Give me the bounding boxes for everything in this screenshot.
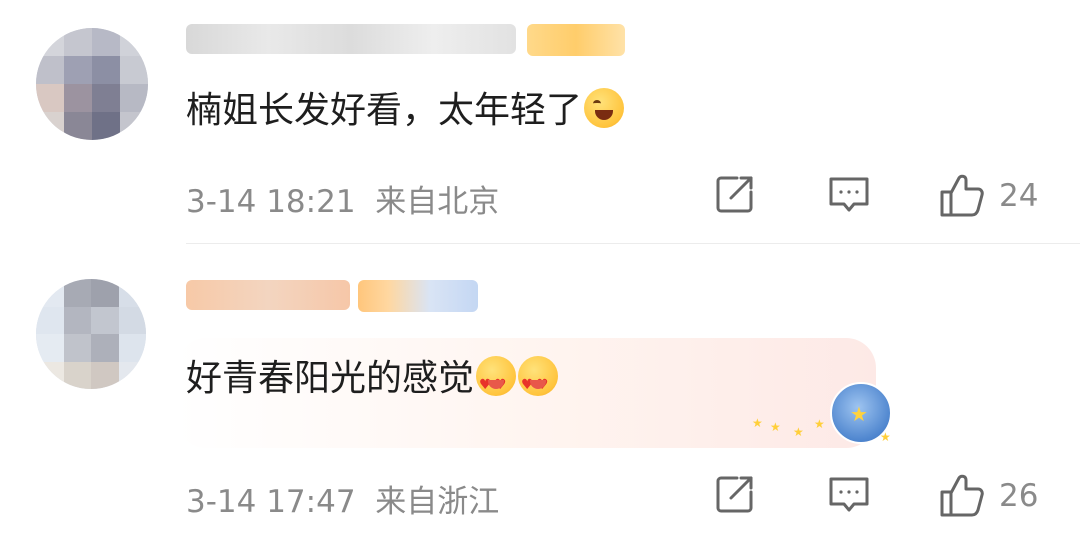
comment-icon [829,177,869,212]
comment-time: 3-14 17:47 [186,484,356,520]
heart-eyes-emoji-icon [518,356,559,407]
thumbs-up-icon [940,174,984,217]
comment-time: 3-14 18:21 [186,184,356,220]
username-blurred[interactable] [186,280,350,310]
comment-location: 来自浙江 [375,484,500,520]
comment-item: 楠姐长发好看，太年轻了 3-14 18:21 来自北京 24 [0,0,1080,243]
thumbs-up-icon [940,474,984,517]
star-icon: ★ [752,416,763,430]
like-count: 26 [999,478,1039,514]
reply-button[interactable] [826,172,872,218]
avatar-mosaic [36,28,148,140]
star-icon: ★ [880,430,891,444]
share-button[interactable] [713,472,757,516]
like-count: 24 [999,178,1039,214]
laughing-emoji-icon [584,88,625,128]
comment-location: 来自北京 [375,184,500,220]
comment-icon [829,477,869,512]
star-icon: ★ [793,425,804,439]
comment-meta: 3-14 18:21 来自北京 [186,176,499,221]
share-icon [716,476,753,513]
like-button[interactable]: 24 [937,172,1038,220]
user-badge-blurred [527,24,625,56]
comment-item: 好青春阳光的感觉 ★ ★ ★ ★ ★ 3-14 17:47 来自浙江 26 [0,244,1080,543]
comment-meta: 3-14 17:47 来自浙江 [186,476,499,521]
like-button[interactable]: 26 [937,472,1038,520]
share-icon [716,176,753,213]
avatar[interactable] [36,28,148,140]
star-icon: ★ [814,417,825,431]
user-badge-blurred [358,280,478,312]
share-button[interactable] [713,172,757,216]
comment-text: 好青春阳光的感觉 [186,356,559,407]
comment-text: 楠姐长发好看，太年轻了 [186,88,625,133]
avatar-mosaic [36,279,146,389]
reply-button[interactable] [826,472,872,518]
avatar[interactable] [36,279,146,389]
username-blurred[interactable] [186,24,516,54]
heart-eyes-emoji-icon [476,356,517,407]
star-icon: ★ [770,420,781,434]
